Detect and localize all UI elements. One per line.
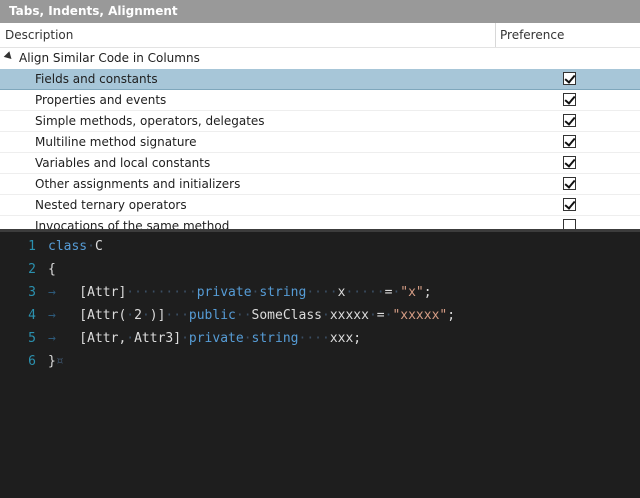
checkmark-icon [564,93,576,105]
column-header-preference[interactable]: Preference [500,28,564,42]
option-label: Other assignments and initializers [35,177,241,191]
option-label: Multiline method signature [35,135,197,149]
checkmark-icon [564,198,576,210]
preference-checkbox[interactable] [563,114,576,127]
panel-title: Tabs, Indents, Alignment [0,0,640,23]
code-line: }¤ [48,354,64,369]
end-of-line-icon: ¤ [55,354,64,369]
option-label: Simple methods, operators, delegates [35,114,265,128]
option-row-invocations[interactable]: Invocations of the same method [0,216,640,229]
option-row-variables-constants[interactable]: Variables and local constants [0,153,640,174]
preference-checkbox[interactable] [563,156,576,169]
option-row-properties-events[interactable]: Properties and events [0,90,640,111]
line-number: 1 [28,239,36,254]
grid-header: Description Preference [0,23,640,48]
option-label: Variables and local constants [35,156,211,170]
options-grid: Description Preference Align Similar Cod… [0,23,640,229]
line-number: 4 [28,308,36,323]
option-row-ternary[interactable]: Nested ternary operators [0,195,640,216]
option-label: Invocations of the same method [35,219,230,229]
tab-arrow-icon: → [48,285,56,300]
option-row-assignments[interactable]: Other assignments and initializers [0,174,640,195]
option-row-simple-methods[interactable]: Simple methods, operators, delegates [0,111,640,132]
group-row-align-columns[interactable]: Align Similar Code in Columns [0,48,640,69]
line-number: 5 [28,331,36,346]
checkmark-icon [564,114,576,126]
code-line: → [Attr,·Attr3]·private·string····xxx; [48,331,362,346]
code-preview[interactable]: 1 class·C 2 { 3 → [Attr]·········private… [0,229,640,498]
option-row-multiline-signature[interactable]: Multiline method signature [0,132,640,153]
checkmark-icon [564,177,576,189]
option-label: Properties and events [35,93,167,107]
preference-checkbox[interactable] [563,198,576,211]
line-number: 2 [28,262,36,277]
line-number: 3 [28,285,36,300]
checkmark-icon [564,72,576,84]
option-label: Fields and constants [35,72,158,86]
preference-checkbox[interactable] [563,177,576,190]
column-header-description[interactable]: Description [5,28,73,42]
code-line: class·C [48,239,103,254]
group-label: Align Similar Code in Columns [19,51,200,65]
tab-arrow-icon: → [48,331,56,346]
triangle-expanded-icon[interactable] [3,51,15,62]
tab-arrow-icon: → [48,308,56,323]
option-label: Nested ternary operators [35,198,187,212]
preference-checkbox[interactable] [563,219,576,229]
code-line: → [Attr]·········private·string····x····… [48,285,432,300]
checkmark-icon [564,156,576,168]
code-line: → [Attr(·2·)]···public··SomeClass·xxxxx·… [48,308,456,323]
code-line: { [48,262,56,277]
preference-checkbox[interactable] [563,93,576,106]
checkmark-icon [564,135,576,147]
option-row-fields-constants[interactable]: Fields and constants [0,69,640,90]
preference-checkbox[interactable] [563,135,576,148]
preference-checkbox[interactable] [563,72,576,85]
column-divider[interactable] [495,23,496,47]
line-number: 6 [28,354,36,369]
